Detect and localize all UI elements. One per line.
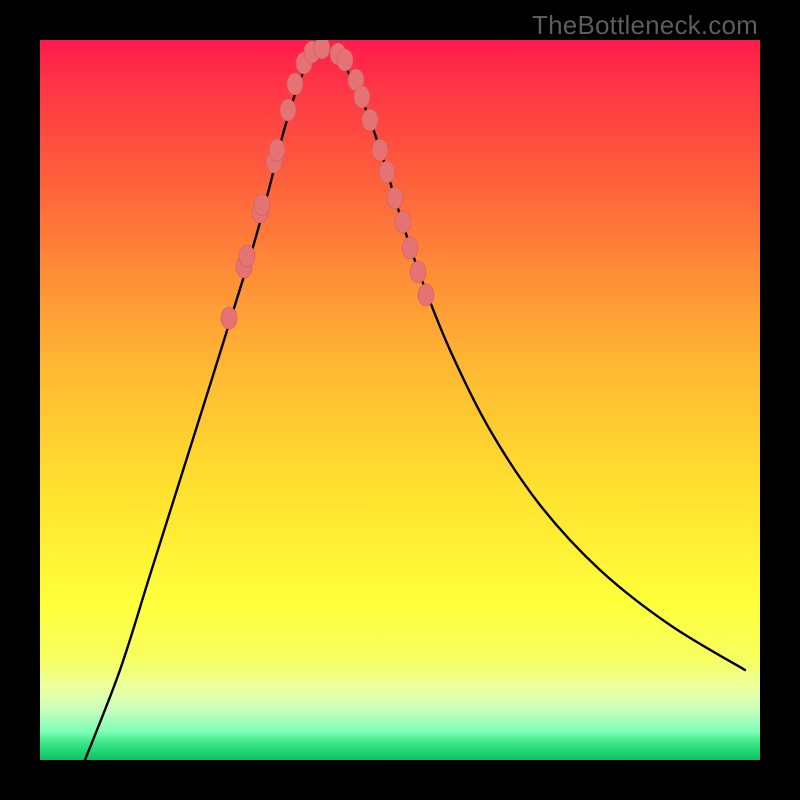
marker-dot <box>372 139 388 161</box>
marker-dot <box>254 194 270 216</box>
marker-dot <box>362 109 378 131</box>
marker-dot <box>410 261 426 283</box>
bottleneck-curve <box>85 48 745 760</box>
marker-dot <box>387 187 403 209</box>
gradient-plot-area <box>40 40 760 760</box>
right-arm-markers <box>330 43 434 306</box>
marker-dot <box>418 284 434 306</box>
marker-dot <box>287 73 303 95</box>
marker-dot <box>379 161 395 183</box>
marker-dot <box>337 49 353 71</box>
marker-dot <box>239 245 255 267</box>
marker-dot <box>221 307 237 329</box>
watermark-text: TheBottleneck.com <box>532 10 758 41</box>
bottleneck-chart-svg <box>40 40 760 760</box>
marker-dot <box>280 99 296 121</box>
marker-dot <box>314 40 330 59</box>
marker-dot <box>269 139 285 161</box>
marker-dot <box>402 237 418 259</box>
marker-dot <box>354 86 370 108</box>
left-arm-markers <box>221 40 330 329</box>
marker-dot <box>395 211 411 233</box>
